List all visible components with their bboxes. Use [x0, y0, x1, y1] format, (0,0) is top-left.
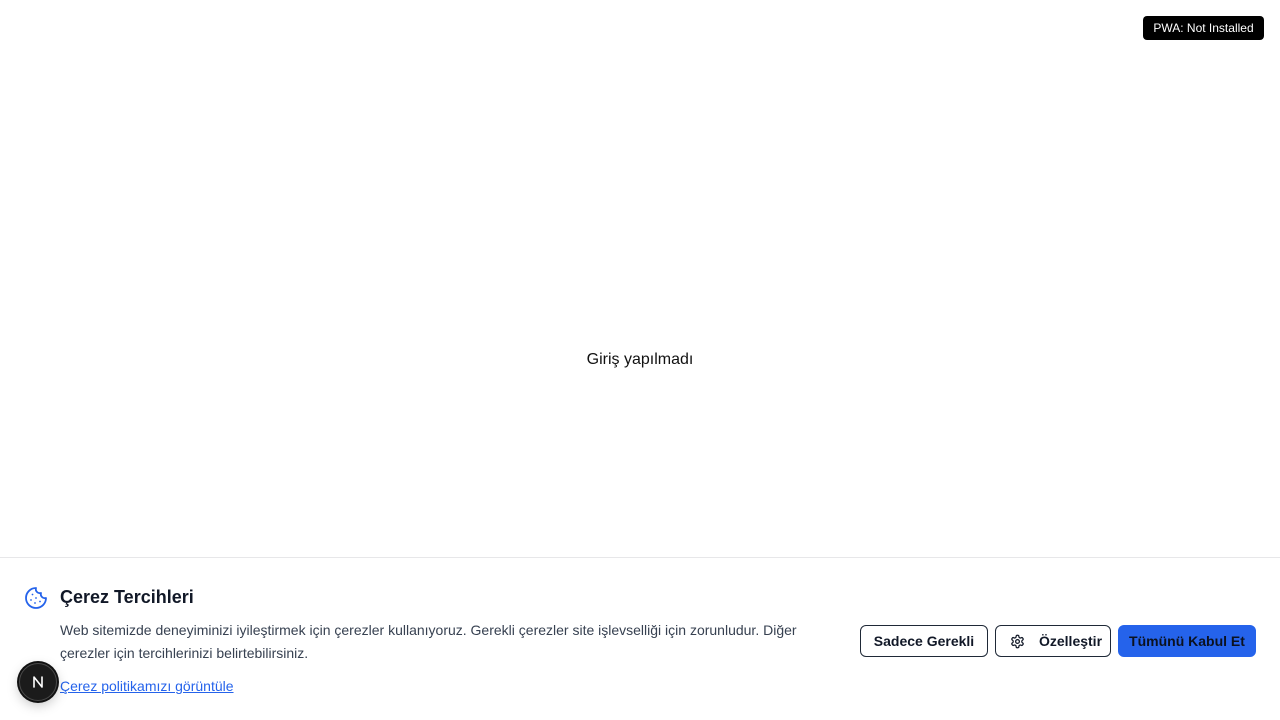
cookie-policy-link[interactable]: Çerez politikamızı görüntüle — [60, 677, 234, 695]
pwa-status-badge: PWA: Not Installed — [1143, 16, 1264, 40]
accept-all-button[interactable]: Tümünü Kabul Et — [1118, 625, 1256, 657]
cookie-icon — [25, 587, 47, 609]
customize-button[interactable]: Özelleştir — [995, 625, 1111, 657]
gear-icon — [1011, 634, 1024, 648]
essential-only-button-label: Sadece Gerekli — [873, 633, 975, 649]
essential-only-button[interactable]: Sadece Gerekli — [860, 625, 988, 657]
login-status-text: Giriş yapılmadı — [586, 351, 694, 368]
cookie-consent-banner: Çerez Tercihleri Web sitemizde deneyimin… — [0, 557, 1280, 720]
cookie-banner-title: Çerez Tercihleri — [60, 587, 194, 607]
nextjs-dev-tools-button[interactable] — [19, 663, 57, 701]
accept-all-button-label: Tümünü Kabul Et — [1129, 633, 1245, 649]
nextjs-logo-icon — [33, 676, 43, 688]
customize-button-label: Özelleştir — [1038, 633, 1103, 649]
cookie-banner-description: Web sitemizde deneyiminizi iyileştirmek … — [60, 622, 797, 661]
